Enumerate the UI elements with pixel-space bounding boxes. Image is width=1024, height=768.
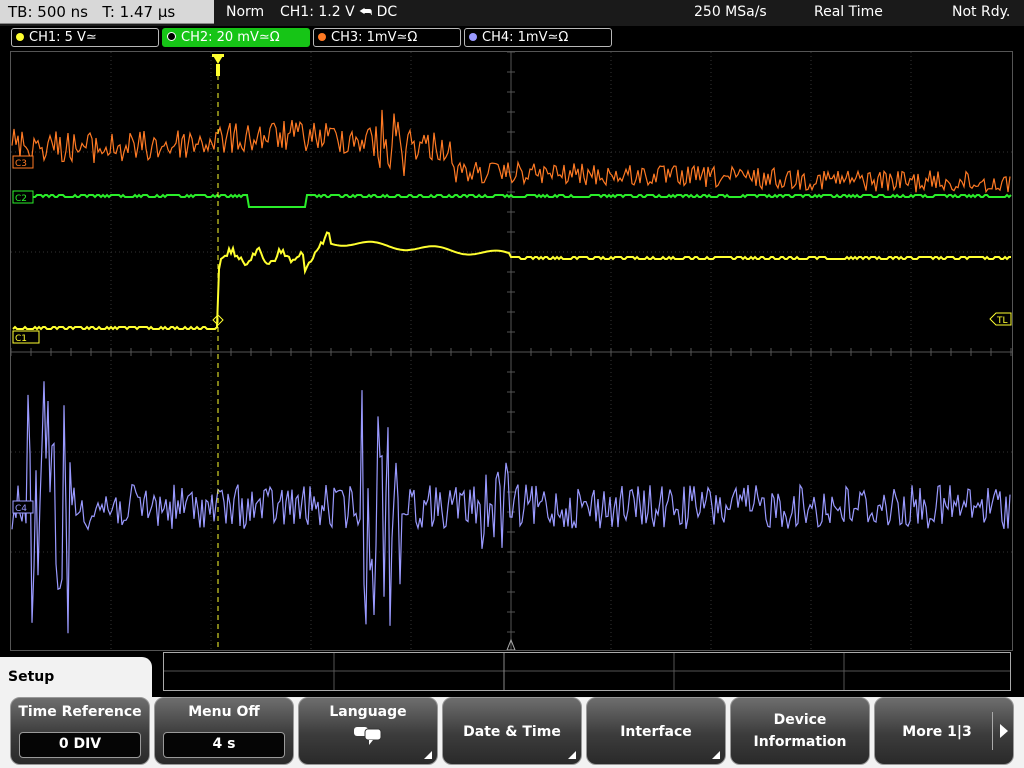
menu-off-label: Menu Off [188,704,260,720]
time-reference-label: Time Reference [18,704,142,720]
submenu-arrow-icon [424,751,432,759]
submenu-arrow-icon [568,751,576,759]
device-information-label-1: Device [773,712,827,728]
trigger-position-icon[interactable] [212,54,224,76]
ch3-marker-label: C3 [15,159,27,169]
trigger-level-marker[interactable]: TL [989,312,1012,326]
channel-tab-ch2[interactable]: CH2: 20 mV≃Ω [162,28,310,47]
ch3-dot-icon [318,33,326,41]
speech-bubble-icon [354,727,382,745]
ch2-trace [12,193,1012,208]
overview-bar [163,652,1011,691]
menu-title-setup: Setup [0,657,152,697]
language-button[interactable]: Language [298,697,438,765]
ch3-marker[interactable]: C3 [12,155,34,169]
ch1-label: CH1: 5 V≃ [29,30,97,45]
ch2-label: CH2: 20 mV≃Ω [181,30,280,45]
waveform-svg: C3 C2 C1 C4 TL [11,52,1012,650]
channel-tab-ch3[interactable]: CH3: 1mV≃Ω [313,28,461,47]
ch1-marker-label: C1 [15,334,27,344]
interface-button[interactable]: Interface [586,697,726,765]
next-page-icon[interactable] [1000,724,1008,738]
graticule-grid [11,52,1012,650]
ch4-label: CH4: 1mV≃Ω [482,30,569,45]
ch1-dot-icon [16,33,24,41]
interface-label: Interface [620,724,692,740]
menu-off-button[interactable]: Menu Off 4 s [154,697,294,765]
channel-tab-ch1[interactable]: CH1: 5 V≃ [11,28,159,47]
date-time-label: Date & Time [463,724,561,740]
timebase-box[interactable]: TB: 500 ns T: 1.47 µs [0,0,214,24]
channel-tab-ch4[interactable]: CH4: 1mV≃Ω [464,28,612,47]
ch2-marker[interactable]: C2 [12,190,34,204]
menu-off-value: 4 s [163,732,285,758]
ch1-marker[interactable]: C1 [12,330,40,344]
acquisition-mode[interactable]: Norm [226,0,264,24]
trigger-time-value: T: 1.47 µs [102,3,176,21]
trigger-info[interactable]: CH1: 1.2 V ⮪ DC [280,0,397,24]
more-button[interactable]: More 1|3 [874,697,1014,765]
sample-rate: 250 MSa/s [694,4,767,20]
timebase-value: TB: 500 ns [8,3,88,21]
date-time-button[interactable]: Date & Time [442,697,582,765]
ch2-dot-icon [167,32,176,41]
overview-grid [164,653,1010,690]
ch1-trace [12,231,1011,331]
time-reference-value: 0 DIV [19,732,141,758]
ch4-dot-icon [469,33,477,41]
submenu-arrow-icon [712,751,720,759]
waveform-display[interactable]: C3 C2 C1 C4 TL [10,51,1013,651]
ch2-marker-label: C2 [15,194,27,204]
device-information-label-2: Information [753,734,847,750]
acquisition-type: Real Time [814,4,883,20]
language-label: Language [329,704,407,720]
ch4-marker-label: C4 [15,504,27,514]
more-label: More 1|3 [902,724,972,740]
trigger-level-label: TL [996,316,1008,326]
time-reference-button[interactable]: Time Reference 0 DIV [10,697,150,765]
status-text: Not Rdy. [952,4,1011,20]
ch4-marker[interactable]: C4 [12,500,34,514]
more-separator [992,712,993,750]
ch3-label: CH3: 1mV≃Ω [331,30,418,45]
device-information-button[interactable]: Device Information [730,697,870,765]
